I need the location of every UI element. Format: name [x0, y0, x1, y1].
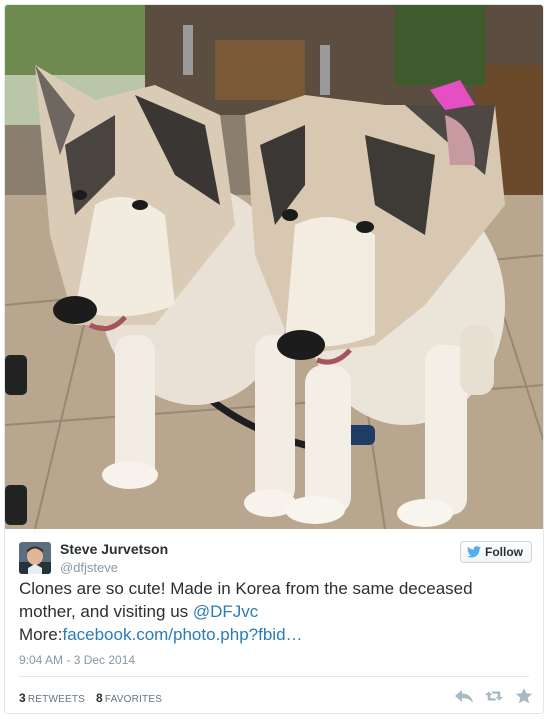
tweet-stats: 3 RETWEETS 8 FAVORITES [19, 691, 162, 705]
twitter-bird-icon [467, 546, 481, 558]
favorites-count: 8 [96, 691, 103, 705]
tweet-photo[interactable] [5, 5, 543, 529]
star-icon[interactable] [515, 688, 533, 704]
avatar[interactable] [19, 542, 51, 574]
author-handle[interactable]: @dfjsteve [60, 560, 118, 575]
retweet-icon[interactable] [485, 688, 503, 704]
mention-link[interactable]: @DFJvc [193, 602, 258, 621]
facebook-link[interactable]: facebook.com/photo.php?fbid… [62, 625, 302, 644]
divider [19, 676, 529, 677]
author-name[interactable]: Steve Jurvetson [60, 541, 168, 557]
more-prefix: More: [19, 625, 63, 644]
follow-button[interactable]: Follow [460, 541, 532, 563]
tweet-timestamp[interactable]: 9:04 AM - 3 Dec 2014 [19, 653, 135, 667]
follow-label: Follow [485, 545, 523, 559]
tweet-actions [455, 688, 533, 704]
retweets-count: 3 [19, 691, 26, 705]
favorites-label: FAVORITES [104, 694, 163, 705]
tweet-text: Clones are so cute! Made in Korea from t… [19, 577, 529, 646]
reply-icon[interactable] [455, 688, 473, 704]
favorites-stat[interactable]: 8 FAVORITES [96, 691, 163, 705]
tweet-card: Steve Jurvetson @dfjsteve Follow Clones … [4, 4, 544, 714]
retweets-stat[interactable]: 3 RETWEETS [19, 691, 88, 705]
retweets-label: RETWEETS [27, 694, 86, 705]
